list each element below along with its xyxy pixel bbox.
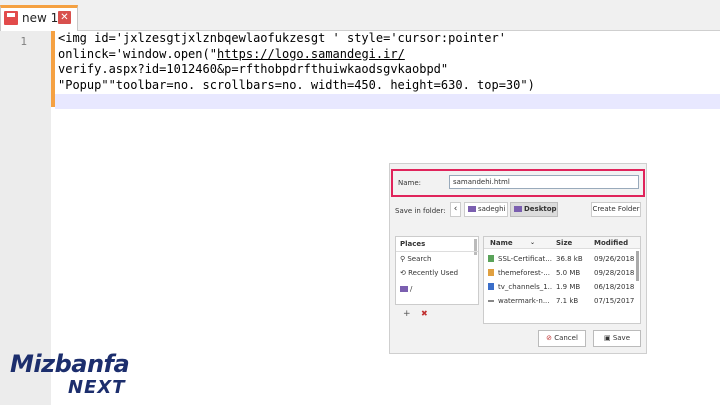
code-line-4: "Popup""toolbar=no. scrollbars=no. width… — [58, 77, 535, 92]
file-list-header: Name ⌄ Size Modified — [484, 237, 640, 249]
cancel-label: Cancel — [554, 334, 578, 342]
desktop-folder-icon — [514, 206, 522, 212]
place-search[interactable]: ⚲ Search — [400, 255, 431, 263]
file-name: watermark-n... — [498, 297, 550, 305]
file-name-input[interactable]: samandehi.html — [449, 175, 639, 189]
code-link: https://logo.samandegi.ir/ — [216, 46, 405, 61]
add-place-button[interactable]: + — [403, 309, 411, 319]
place-label: Search — [407, 255, 432, 263]
place-root[interactable]: / — [400, 285, 412, 293]
divider — [396, 251, 478, 252]
name-label: Name: — [398, 179, 422, 187]
places-header: Places — [400, 240, 426, 248]
tab-label: new 1 — [22, 11, 59, 25]
logo-next: NEXT — [68, 377, 126, 398]
save-in-folder-label: Save in folder: — [395, 207, 446, 215]
file-size: 36.8 kB — [556, 255, 583, 263]
file-row[interactable]: tv_channels_1... 1.9 MB 06/18/2018 — [484, 281, 634, 294]
code-line-1: <img id='jxlzesgtjxlznbqewlaofukzesgt ' … — [58, 31, 506, 45]
cancel-icon: ⊘ — [546, 334, 555, 342]
file-name: themeforest-... — [498, 269, 550, 277]
drive-icon — [400, 286, 408, 292]
file-list: Name ⌄ Size Modified SSL-Certificat... 3… — [483, 236, 641, 324]
crumb-label: sadeghi — [478, 205, 506, 213]
close-tab-icon[interactable]: ✕ — [58, 11, 71, 24]
tab-bar: new 1 ✕ — [0, 0, 720, 31]
save-label: Save — [612, 334, 631, 342]
home-folder-icon — [468, 206, 476, 212]
sort-icon: ⌄ — [530, 239, 536, 246]
save-icon: ▣ — [603, 334, 613, 342]
save-button[interactable]: ▣ Save — [593, 330, 641, 347]
column-name[interactable]: Name — [490, 239, 513, 247]
file-size: 5.0 MB — [556, 269, 581, 277]
save-dialog: Name: samandehi.html Save in folder: ‹ s… — [389, 163, 647, 354]
tab-new-1[interactable]: new 1 ✕ — [0, 5, 78, 31]
crumb-sadeghi[interactable]: sadeghi — [464, 202, 508, 217]
remove-place-button[interactable]: ✖ — [421, 309, 428, 318]
image-file-icon — [488, 283, 494, 290]
back-button[interactable]: ‹ — [450, 202, 461, 217]
file-size: 1.9 MB — [556, 283, 581, 291]
logo-wordmark: Mizbanfa — [10, 350, 130, 378]
place-label: Recently Used — [408, 269, 459, 277]
file-modified: 09/26/2018 — [594, 255, 635, 263]
file-size: 7.1 kB — [556, 297, 579, 305]
archive-icon — [488, 269, 494, 276]
place-recent[interactable]: ⟲ Recently Used — [400, 269, 458, 277]
file-row[interactable]: watermark-n... 7.1 kB 07/15/2017 — [484, 295, 634, 308]
crumb-label: Desktop — [524, 205, 557, 213]
column-size[interactable]: Size — [556, 239, 572, 247]
file-modified: 06/18/2018 — [594, 283, 635, 291]
code-line-3: verify.aspx?id=1012460&p=rfthobpdrfthuiw… — [58, 62, 449, 76]
place-label: / — [410, 285, 413, 293]
file-icon — [488, 300, 494, 302]
file-name: SSL-Certificat... — [498, 255, 552, 263]
places-scrollbar[interactable] — [474, 239, 477, 255]
column-modified[interactable]: Modified — [594, 239, 628, 247]
code-line-2: onlinck='window.open(" — [58, 46, 217, 61]
file-row[interactable]: SSL-Certificat... 36.8 kB 09/26/2018 — [484, 253, 634, 266]
recent-icon: ⟲ — [400, 269, 409, 277]
current-line-highlight — [55, 94, 720, 109]
cancel-button[interactable]: ⊘ Cancel — [538, 330, 586, 347]
file-row[interactable]: themeforest-... 5.0 MB 09/28/2018 — [484, 267, 634, 280]
file-icon — [488, 255, 494, 262]
places-buttons: + ✖ — [395, 304, 479, 325]
file-modified: 07/15/2017 — [594, 297, 635, 305]
mizbanfa-logo: Mizbanfa NEXT — [10, 350, 140, 400]
save-status-icon — [4, 11, 18, 25]
line-number-gutter — [0, 31, 51, 405]
create-folder-button[interactable]: Create Folder — [591, 202, 641, 217]
file-name: tv_channels_1... — [498, 283, 552, 291]
code-text[interactable]: <img id='jxlzesgtjxlznbqewlaofukzesgt ' … — [58, 31, 535, 93]
file-list-scrollbar[interactable] — [636, 251, 639, 281]
crumb-desktop[interactable]: Desktop — [510, 202, 558, 217]
name-row-highlight: Name: samandehi.html — [391, 169, 645, 197]
line-number: 1 — [20, 35, 27, 48]
file-modified: 09/28/2018 — [594, 269, 635, 277]
